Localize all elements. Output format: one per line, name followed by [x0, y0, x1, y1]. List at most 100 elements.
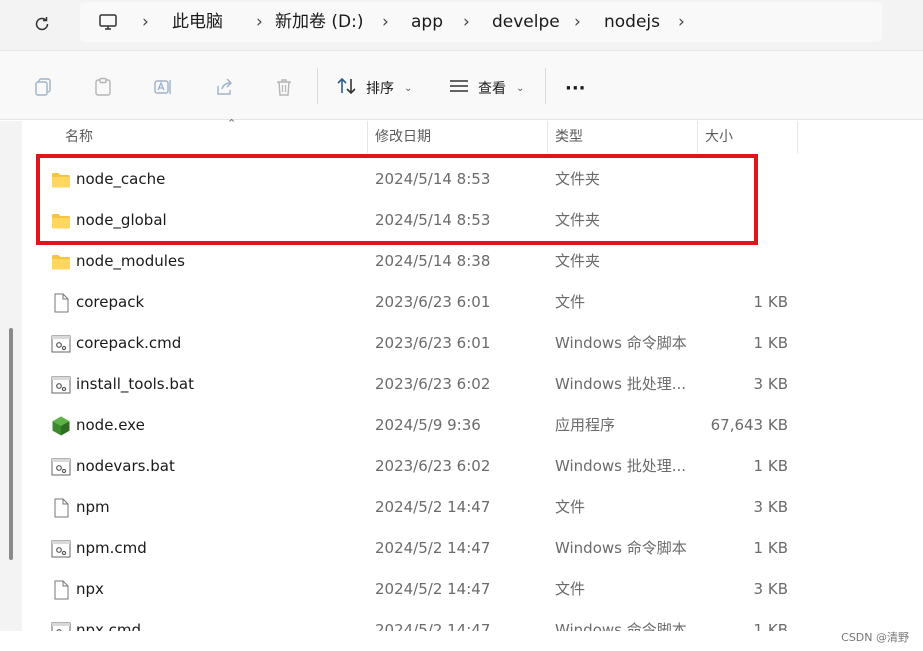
file-name: corepack.cmd	[76, 334, 182, 352]
file-date: 2023/6/23 6:02	[375, 375, 491, 393]
chevron-right-icon[interactable]: ›	[142, 2, 149, 42]
more-options-button[interactable]: ···	[565, 75, 586, 101]
breadcrumb-this-pc[interactable]: 此电脑	[172, 2, 223, 42]
column-divider[interactable]	[797, 121, 798, 153]
footer-strip	[0, 631, 923, 651]
share-icon[interactable]	[213, 76, 235, 98]
file-name: corepack	[76, 293, 145, 311]
breadcrumb-app[interactable]: app	[411, 2, 443, 42]
file-name: npm.cmd	[76, 539, 147, 557]
delete-icon[interactable]	[273, 76, 295, 98]
column-header-name[interactable]: 名称	[59, 121, 93, 153]
file-date: 2024/5/9 9:36	[375, 416, 481, 434]
sort-label: 排序	[366, 81, 394, 97]
chevron-right-icon[interactable]: ›	[256, 2, 263, 42]
breadcrumb-drive-d[interactable]: 新加卷 (D:)	[275, 2, 364, 42]
column-divider[interactable]	[697, 121, 698, 153]
address-bar-row: › 此电脑 › 新加卷 (D:) › app › develpe › nodej…	[0, 0, 923, 50]
folder-icon	[50, 251, 72, 273]
paste-icon[interactable]	[92, 76, 114, 98]
chevron-right-icon[interactable]: ›	[382, 2, 389, 42]
file-date: 2023/6/23 6:02	[375, 457, 491, 475]
file-size: 1 KB	[753, 539, 788, 557]
file-row[interactable]: node_global 2024/5/14 8:53 文件夹	[22, 200, 923, 241]
column-divider[interactable]	[367, 121, 368, 153]
file-size: 3 KB	[753, 498, 788, 516]
file-row[interactable]: node_cache 2024/5/14 8:53 文件夹	[22, 159, 923, 200]
rename-icon[interactable]	[152, 76, 174, 98]
view-button[interactable]: 查看 ⌄	[448, 75, 524, 101]
file-size	[668, 200, 788, 241]
column-header-row: ⌃ 名称 修改日期 类型 大小	[22, 117, 923, 153]
file-size: 67,643 KB	[710, 416, 788, 434]
file-icon	[50, 292, 72, 314]
command-bar: 排序 ⌄ 查看 ⌄ ···	[0, 50, 923, 120]
file-size: 1 KB	[753, 334, 788, 352]
chevron-right-icon[interactable]: ›	[574, 2, 581, 42]
column-header-size[interactable]: 大小	[699, 121, 733, 153]
computer-icon	[98, 12, 118, 36]
refresh-icon[interactable]	[28, 10, 56, 38]
script-icon	[50, 374, 72, 396]
breadcrumb-develpe[interactable]: develpe	[492, 2, 560, 42]
file-date: 2023/6/23 6:01	[375, 334, 491, 352]
file-name: node_cache	[76, 170, 166, 188]
file-date: 2024/5/2 14:47	[375, 539, 491, 557]
file-name: npm	[76, 498, 110, 516]
view-label: 查看	[478, 81, 506, 97]
file-name: nodevars.bat	[76, 457, 175, 475]
file-row[interactable]: npx 2024/5/2 14:47 文件 3 KB	[22, 569, 923, 610]
file-name: node_global	[76, 211, 167, 229]
file-date: 2024/5/14 8:53	[375, 170, 491, 188]
file-row[interactable]: npm.cmd 2024/5/2 14:47 Windows 命令脚本 1 KB	[22, 528, 923, 569]
file-name: install_tools.bat	[76, 375, 194, 393]
script-icon	[50, 333, 72, 355]
script-icon	[50, 456, 72, 478]
toolbar-divider	[545, 68, 546, 104]
breadcrumb-nodejs[interactable]: nodejs	[604, 2, 660, 42]
file-name: node.exe	[76, 416, 145, 434]
file-size: 1 KB	[753, 293, 788, 311]
file-size	[668, 241, 788, 282]
column-header-date[interactable]: 修改日期	[369, 121, 431, 153]
file-icon	[50, 579, 72, 601]
watermark: CSDN @清野	[841, 631, 909, 644]
file-row[interactable]: npm 2024/5/2 14:47 文件 3 KB	[22, 487, 923, 528]
file-date: 2023/6/23 6:01	[375, 293, 491, 311]
file-size	[668, 159, 788, 200]
file-row[interactable]: node_modules 2024/5/14 8:38 文件夹	[22, 241, 923, 282]
sort-ascending-icon: ⌃	[227, 117, 237, 130]
breadcrumb[interactable]: › 此电脑 › 新加卷 (D:) › app › develpe › nodej…	[80, 2, 882, 42]
file-date: 2024/5/2 14:47	[375, 580, 491, 598]
file-icon	[50, 497, 72, 519]
view-list-icon	[448, 76, 470, 100]
sort-button[interactable]: 排序 ⌄	[336, 75, 412, 101]
sort-icon	[336, 76, 358, 100]
chevron-down-icon: ⌄	[404, 82, 413, 94]
toolbar-divider	[317, 68, 318, 104]
folder-icon	[50, 169, 72, 191]
file-row[interactable]: node.exe 2024/5/9 9:36 应用程序 67,643 KB	[22, 405, 923, 446]
file-row[interactable]: corepack 2023/6/23 6:01 文件 1 KB	[22, 282, 923, 323]
file-row[interactable]: nodevars.bat 2023/6/23 6:02 Windows 批处理...…	[22, 446, 923, 487]
file-date: 2024/5/2 14:47	[375, 498, 491, 516]
file-name: npx	[76, 580, 104, 598]
file-size: 3 KB	[753, 375, 788, 393]
copy-icon[interactable]	[32, 76, 54, 98]
column-header-type[interactable]: 类型	[549, 121, 583, 153]
file-date: 2024/5/14 8:53	[375, 211, 491, 229]
script-icon	[50, 538, 72, 560]
node-app-icon	[50, 415, 72, 437]
chevron-right-icon[interactable]: ›	[463, 2, 470, 42]
chevron-down-icon: ⌄	[516, 82, 525, 94]
chevron-right-icon[interactable]: ›	[678, 2, 685, 42]
column-divider[interactable]	[547, 121, 548, 153]
file-row[interactable]: install_tools.bat 2023/6/23 6:02 Windows 批…	[22, 364, 923, 405]
folder-icon	[50, 210, 72, 232]
file-size: 3 KB	[753, 580, 788, 598]
file-date: 2024/5/14 8:38	[375, 252, 491, 270]
scrollbar-thumb[interactable]	[9, 328, 13, 560]
file-size: 1 KB	[753, 457, 788, 475]
file-name: node_modules	[76, 252, 185, 270]
file-row[interactable]: corepack.cmd 2023/6/23 6:01 Windows 命令脚本 1 …	[22, 323, 923, 364]
